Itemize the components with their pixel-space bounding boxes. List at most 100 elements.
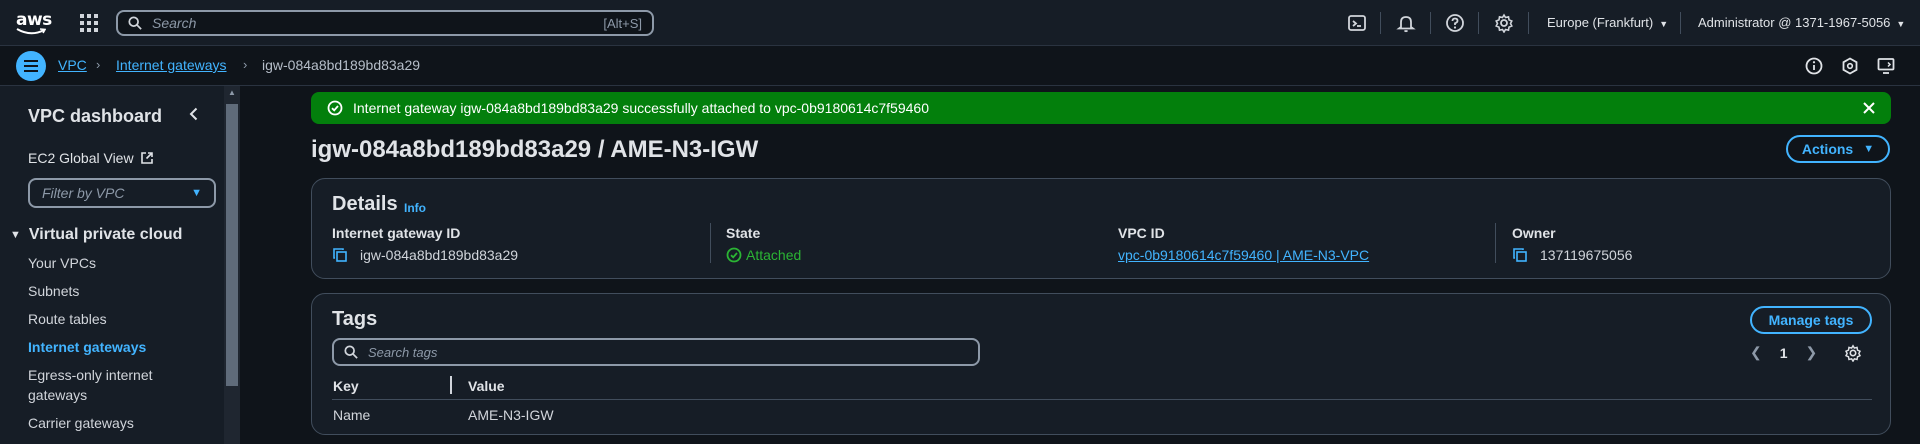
field-label: State — [726, 225, 761, 241]
sidebar-title[interactable]: VPC dashboard — [28, 106, 162, 127]
breadcrumb-internet-gateways[interactable]: Internet gateways — [116, 57, 227, 73]
copy-icon[interactable] — [1512, 247, 1528, 263]
side-nav-toggle-button[interactable] — [16, 51, 46, 81]
column-resizer[interactable] — [450, 376, 452, 394]
tag-key-cell: Name — [333, 407, 371, 423]
divider — [332, 399, 1872, 400]
sidebar-item-internet-gateways[interactable]: Internet gateways — [28, 337, 188, 357]
caret-down-icon: ▼ — [191, 187, 202, 199]
sidebar-item-label: EC2 Global View — [28, 150, 134, 166]
owner-value: 137119675056 — [1540, 247, 1633, 263]
sidebar-item-route-tables[interactable]: Route tables — [28, 309, 188, 329]
column-header-key[interactable]: Key — [333, 378, 359, 394]
breadcrumb-bar: VPC › Internet gateways › igw-084a8bd189… — [0, 46, 1920, 86]
field-internet-gateway-id: Internet gateway ID igw-084a8bd189bd83a2… — [332, 225, 518, 263]
tags-panel: Tags Manage tags Search tags ❮ 1 ❯ Key V… — [311, 293, 1891, 435]
info-link[interactable]: Info — [404, 201, 426, 215]
sidebar-item-ec2-global-view[interactable]: EC2 Global View — [28, 150, 154, 166]
global-search-input[interactable]: Search [Alt+S] — [116, 10, 654, 36]
search-placeholder: Search — [152, 15, 197, 31]
success-flash-banner: Internet gateway igw-084a8bd189bd83a29 s… — [311, 92, 1891, 124]
field-label: VPC ID — [1118, 225, 1165, 241]
actions-label: Actions — [1801, 141, 1854, 157]
copy-icon[interactable] — [332, 247, 348, 263]
search-icon — [128, 16, 142, 30]
table-settings-gear-icon[interactable] — [1844, 344, 1862, 362]
account-label: Administrator @ 1371-1967-5056 — [1698, 15, 1891, 30]
display-icon[interactable] — [1876, 56, 1896, 76]
divider — [1528, 12, 1529, 34]
sidebar-item-carrier-gateways[interactable]: Carrier gateways — [28, 413, 188, 433]
field-label: Internet gateway ID — [332, 225, 461, 241]
caret-down-icon: ▼ — [1896, 19, 1906, 29]
divider — [1495, 223, 1496, 263]
region-selector[interactable]: Europe (Frankfurt) ▼ — [1547, 15, 1668, 30]
aws-logo[interactable]: aws — [16, 10, 52, 36]
aws-smile-icon — [16, 28, 46, 35]
feedback-icon[interactable] — [1840, 56, 1860, 76]
divider — [1380, 12, 1381, 34]
side-navigation: VPC dashboard EC2 Global View Filter by … — [0, 86, 240, 444]
state-value: Attached — [746, 247, 802, 263]
section-label: Virtual private cloud — [28, 226, 183, 243]
divider — [1430, 12, 1431, 34]
field-value: 137119675056 — [1512, 247, 1632, 263]
info-icon[interactable] — [1804, 56, 1824, 76]
page-number[interactable]: 1 — [1780, 345, 1788, 361]
field-label: Owner — [1512, 225, 1556, 241]
sidebar-item-egress-only-internet-gateways[interactable]: Egress-only internet gateways — [28, 365, 178, 405]
apps-grid-icon[interactable] — [80, 14, 98, 32]
aws-logo-text: aws — [16, 10, 52, 30]
search-icon — [344, 345, 358, 359]
pagination: ❮ 1 ❯ — [1750, 344, 1817, 361]
caret-down-icon: ▼ — [10, 229, 21, 241]
field-vpc-id: VPC ID vpc-0b9180614c7f59460 | AME-N3-VP… — [1118, 225, 1369, 263]
field-value: vpc-0b9180614c7f59460 | AME-N3-VPC — [1118, 247, 1369, 263]
tags-heading: Tags — [332, 308, 378, 330]
top-navigation-bar: aws Search [Alt+S] Europe (Frankfurt) ▼ … — [0, 0, 1920, 46]
tags-search-placeholder: Search tags — [368, 344, 438, 360]
sidebar-item-your-vpcs[interactable]: Your VPCs — [28, 253, 188, 273]
igw-id-value: igw-084a8bd189bd83a29 — [360, 247, 519, 263]
scroll-up-icon[interactable]: ▲ — [228, 88, 236, 97]
gear-icon[interactable] — [1494, 13, 1514, 33]
breadcrumb-current: igw-084a8bd189bd83a29 — [262, 57, 421, 73]
help-icon[interactable] — [1445, 13, 1465, 33]
caret-down-icon: ▼ — [1659, 19, 1669, 29]
sidebar-item-subnets[interactable]: Subnets — [28, 281, 188, 301]
chevron-left-icon[interactable]: ❮ — [1750, 344, 1762, 361]
field-state: State Attached — [726, 225, 801, 263]
page-title: igw-084a8bd189bd83a29 / AME-N3-IGW — [311, 136, 759, 163]
account-menu[interactable]: Administrator @ 1371-1967-5056 ▼ — [1698, 15, 1905, 30]
filter-by-vpc-select[interactable]: Filter by VPC ▼ — [28, 178, 216, 208]
divider — [710, 223, 711, 263]
external-link-icon — [140, 152, 153, 164]
details-panel: Details Info Internet gateway ID igw-084… — [311, 178, 1891, 279]
field-value: igw-084a8bd189bd83a29 — [332, 247, 518, 263]
vpc-id-link[interactable]: vpc-0b9180614c7f59460 | AME-N3-VPC — [1118, 247, 1369, 263]
check-circle-icon — [327, 100, 343, 116]
filter-placeholder: Filter by VPC — [42, 185, 125, 201]
chevron-right-icon: › — [96, 57, 101, 72]
tags-search-input[interactable]: Search tags — [332, 338, 980, 366]
field-value: Attached — [726, 247, 801, 263]
caret-down-icon: ▼ — [1863, 143, 1875, 155]
column-header-value[interactable]: Value — [468, 378, 505, 394]
chevron-right-icon: › — [243, 57, 248, 72]
cloudshell-icon[interactable] — [1347, 13, 1367, 33]
close-icon[interactable] — [1861, 100, 1877, 116]
breadcrumb-vpc[interactable]: VPC — [58, 57, 87, 73]
bell-icon[interactable] — [1396, 13, 1416, 33]
scrollbar-thumb[interactable] — [226, 104, 238, 386]
chevron-right-icon[interactable]: ❯ — [1806, 344, 1818, 361]
sidebar-scrollbar[interactable]: ▲ — [224, 86, 240, 444]
divider — [1680, 12, 1681, 34]
status-success-icon — [726, 247, 742, 263]
section-virtual-private-cloud[interactable]: ▼ Virtual private cloud — [10, 226, 182, 244]
divider — [1478, 12, 1479, 34]
actions-button[interactable]: Actions ▼ — [1786, 135, 1890, 163]
manage-tags-button[interactable]: Manage tags — [1750, 306, 1872, 334]
search-shortcut-hint: [Alt+S] — [603, 15, 642, 31]
chevron-left-icon[interactable] — [186, 106, 202, 122]
field-owner: Owner 137119675056 — [1512, 225, 1632, 263]
